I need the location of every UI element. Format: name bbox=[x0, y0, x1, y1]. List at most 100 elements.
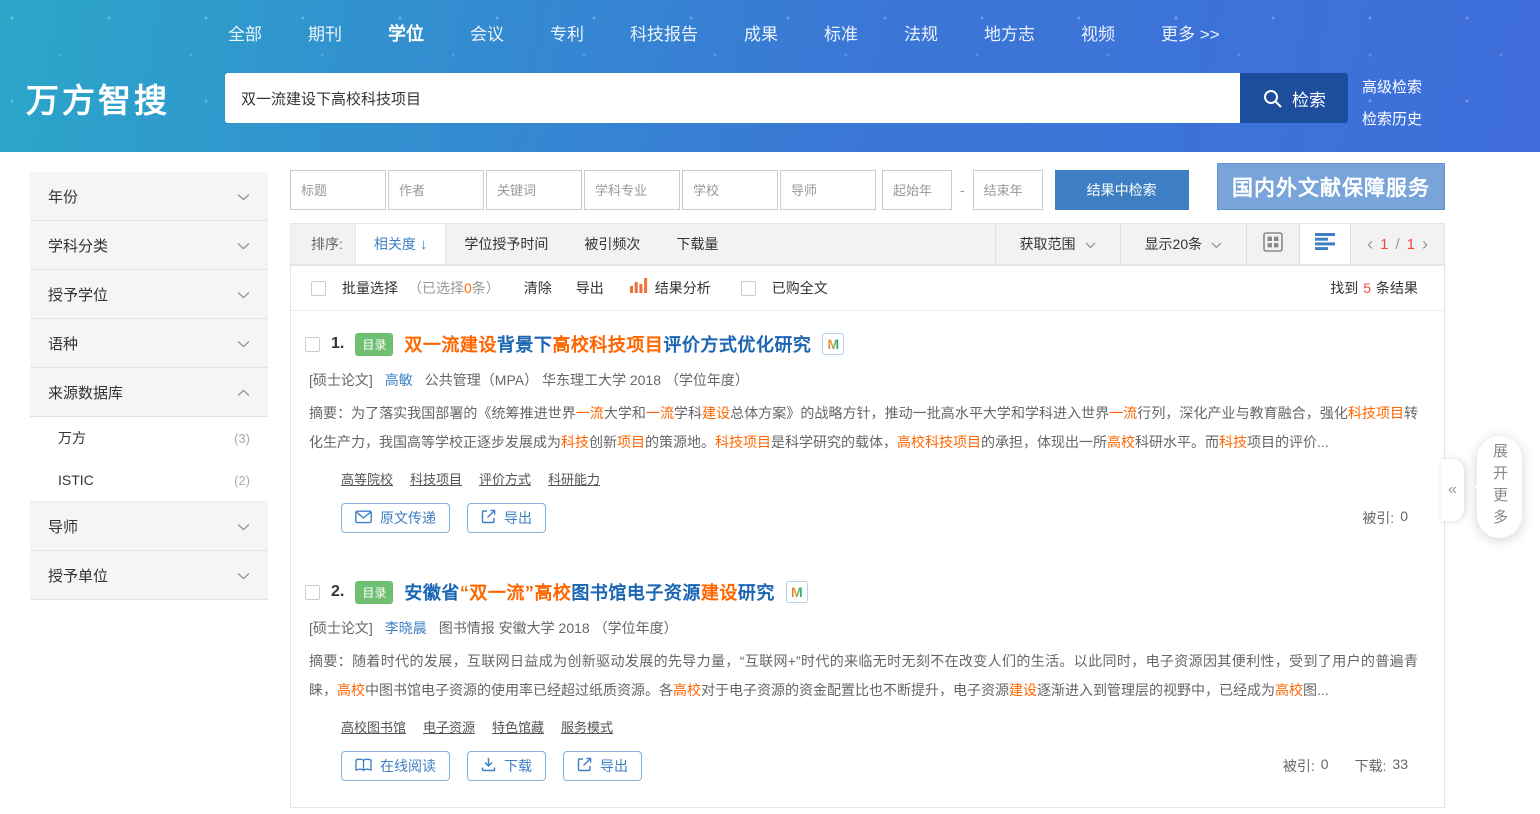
sort-bar-right: 获取范围 显示20条 ‹ 1 bbox=[995, 224, 1444, 264]
nav-tab-patent[interactable]: 专利 bbox=[550, 20, 584, 45]
result-title-link[interactable]: 安徽省“双一流”高校图书馆电子资源建设研究 bbox=[404, 579, 775, 605]
nav-tab-tech-report[interactable]: 科技报告 bbox=[630, 20, 698, 45]
sort-option-label: 相关度 bbox=[374, 234, 416, 254]
nav-tab-standard[interactable]: 标准 bbox=[824, 20, 858, 45]
facet-section-granting-institution[interactable]: 授予单位 bbox=[30, 551, 268, 600]
read-online-button[interactable]: 在线阅读 bbox=[341, 751, 450, 781]
selected-count: 0 bbox=[464, 280, 472, 296]
keyword-link[interactable]: 电子资源 bbox=[423, 717, 475, 736]
purchased-fulltext-label[interactable]: 已购全文 bbox=[772, 278, 828, 298]
facet-section-degree[interactable]: 授予学位 bbox=[30, 270, 268, 319]
facet-option-istic[interactable]: ISTIC (2) bbox=[30, 459, 268, 501]
m-resource-icon[interactable]: M bbox=[822, 333, 844, 355]
result-index: 1. bbox=[331, 335, 344, 353]
search-input[interactable] bbox=[225, 73, 1240, 123]
filter-year-start-input[interactable] bbox=[882, 170, 952, 210]
filter-keyword-input[interactable] bbox=[486, 170, 582, 210]
sort-option-downloads[interactable]: 下载量 bbox=[658, 224, 736, 264]
scope-dropdown[interactable]: 获取范围 bbox=[995, 224, 1120, 264]
search-history-link[interactable]: 检索历史 bbox=[1362, 108, 1422, 129]
facet-option-count: (2) bbox=[234, 473, 250, 488]
nav-tab-video[interactable]: 视频 bbox=[1081, 20, 1115, 45]
batch-select-label[interactable]: 批量选择 bbox=[342, 278, 398, 298]
grid-view-icon bbox=[1263, 232, 1283, 257]
search-button[interactable]: 检索 bbox=[1240, 73, 1348, 123]
double-chevron-left-icon: « bbox=[1448, 481, 1457, 499]
sort-label: 排序: bbox=[291, 224, 355, 264]
meta-detail: 公共管理（MPA） 华东理工大学 2018 （学位年度） bbox=[425, 370, 749, 390]
author-link[interactable]: 高敏 bbox=[385, 370, 413, 390]
filter-major-input[interactable] bbox=[584, 170, 680, 210]
result-meta: [硕士论文] 李晓晨 图书情报 安徽大学 2018 （学位年度） bbox=[309, 618, 1444, 638]
result-analysis-button[interactable]: 结果分析 bbox=[630, 277, 711, 299]
nav-tab-conference[interactable]: 会议 bbox=[470, 20, 504, 45]
result-title-link[interactable]: 双一流建设背景下高校科技项目评价方式优化研究 bbox=[404, 331, 811, 357]
current-page: 1 bbox=[1380, 236, 1388, 253]
facet-section-year[interactable]: 年份 bbox=[30, 172, 268, 221]
export-button[interactable]: 导出 bbox=[576, 278, 604, 298]
nav-tab-local-records[interactable]: 地方志 bbox=[984, 20, 1035, 45]
facet-section-source-db[interactable]: 来源数据库 bbox=[30, 368, 268, 417]
keyword-link[interactable]: 科技项目 bbox=[410, 469, 462, 488]
clear-button[interactable]: 清除 bbox=[524, 278, 552, 298]
nav-tab-degree[interactable]: 学位 bbox=[388, 20, 424, 46]
facet-option-wanfang[interactable]: 万方 (3) bbox=[30, 417, 268, 459]
list-view-button[interactable] bbox=[1299, 224, 1351, 264]
facet-label: 导师 bbox=[48, 516, 78, 537]
export-record-button[interactable]: 导出 bbox=[467, 503, 546, 533]
document-guarantee-banner[interactable]: 国内外文献保障服务 bbox=[1217, 163, 1445, 210]
keyword-link[interactable]: 高等院校 bbox=[341, 469, 393, 488]
page-size-label: 显示20条 bbox=[1145, 234, 1203, 254]
keyword-link[interactable]: 特色馆藏 bbox=[492, 717, 544, 736]
download-button[interactable]: 下载 bbox=[467, 751, 546, 781]
sort-option-cited[interactable]: 被引频次 bbox=[566, 224, 658, 264]
catalog-badge: 目录 bbox=[355, 581, 393, 604]
purchased-fulltext-checkbox[interactable] bbox=[741, 281, 756, 296]
result-checkbox[interactable] bbox=[305, 337, 320, 352]
search-button-label: 检索 bbox=[1292, 86, 1326, 111]
filter-supervisor-input[interactable] bbox=[780, 170, 876, 210]
result-header: 1. 目录 双一流建设背景下高校科技项目评价方式优化研究 M bbox=[305, 331, 1444, 357]
page-size-dropdown[interactable]: 显示20条 bbox=[1120, 224, 1247, 264]
sort-option-degree-date[interactable]: 学位授予时间 bbox=[446, 224, 566, 264]
nav-tab-all[interactable]: 全部 bbox=[228, 20, 262, 45]
facet-source-db-list: 万方 (3) ISTIC (2) bbox=[30, 417, 268, 502]
author-link[interactable]: 李晓晨 bbox=[385, 618, 427, 638]
result-checkbox[interactable] bbox=[305, 585, 320, 600]
filter-year-end-input[interactable] bbox=[973, 170, 1043, 210]
batch-select-checkbox[interactable] bbox=[311, 281, 326, 296]
collapse-panel-handle[interactable]: « bbox=[1441, 459, 1464, 521]
keyword-link[interactable]: 评价方式 bbox=[479, 469, 531, 488]
facet-label: 授予学位 bbox=[48, 284, 108, 305]
download-count: 33 bbox=[1392, 756, 1408, 776]
expand-more-button[interactable]: 展开更多 bbox=[1477, 436, 1522, 538]
chevron-down-icon bbox=[237, 237, 250, 254]
facet-section-language[interactable]: 语种 bbox=[30, 319, 268, 368]
keyword-link[interactable]: 科研能力 bbox=[548, 469, 600, 488]
facet-section-supervisor[interactable]: 导师 bbox=[30, 502, 268, 551]
chevron-down-icon bbox=[1211, 236, 1222, 252]
next-page-button[interactable]: › bbox=[1422, 235, 1428, 253]
prev-page-button[interactable]: ‹ bbox=[1367, 235, 1373, 253]
facet-section-subject[interactable]: 学科分类 bbox=[30, 221, 268, 270]
filter-school-input[interactable] bbox=[682, 170, 778, 210]
grid-view-button[interactable] bbox=[1247, 224, 1299, 264]
m-resource-icon[interactable]: M bbox=[786, 581, 808, 603]
search-icon bbox=[1262, 88, 1283, 109]
nav-tab-more[interactable]: 更多 >> bbox=[1161, 20, 1220, 45]
fulltext-delivery-button[interactable]: 原文传递 bbox=[341, 503, 450, 533]
nav-tab-regulation[interactable]: 法规 bbox=[904, 20, 938, 45]
sort-option-relevance[interactable]: 相关度 ↓ bbox=[355, 224, 447, 264]
keyword-link[interactable]: 高校图书馆 bbox=[341, 717, 406, 736]
keyword-link[interactable]: 服务模式 bbox=[561, 717, 613, 736]
nav-tab-journal[interactable]: 期刊 bbox=[308, 20, 342, 45]
paper-type: [硕士论文] bbox=[309, 618, 373, 638]
search-within-results-button[interactable]: 结果中检索 bbox=[1055, 170, 1189, 210]
nav-tab-achievement[interactable]: 成果 bbox=[744, 20, 778, 45]
export-record-button[interactable]: 导出 bbox=[563, 751, 642, 781]
facet-label: 学科分类 bbox=[48, 235, 108, 256]
download-icon bbox=[481, 757, 496, 775]
advanced-search-link[interactable]: 高级检索 bbox=[1362, 76, 1422, 97]
filter-title-input[interactable] bbox=[290, 170, 386, 210]
filter-author-input[interactable] bbox=[388, 170, 484, 210]
